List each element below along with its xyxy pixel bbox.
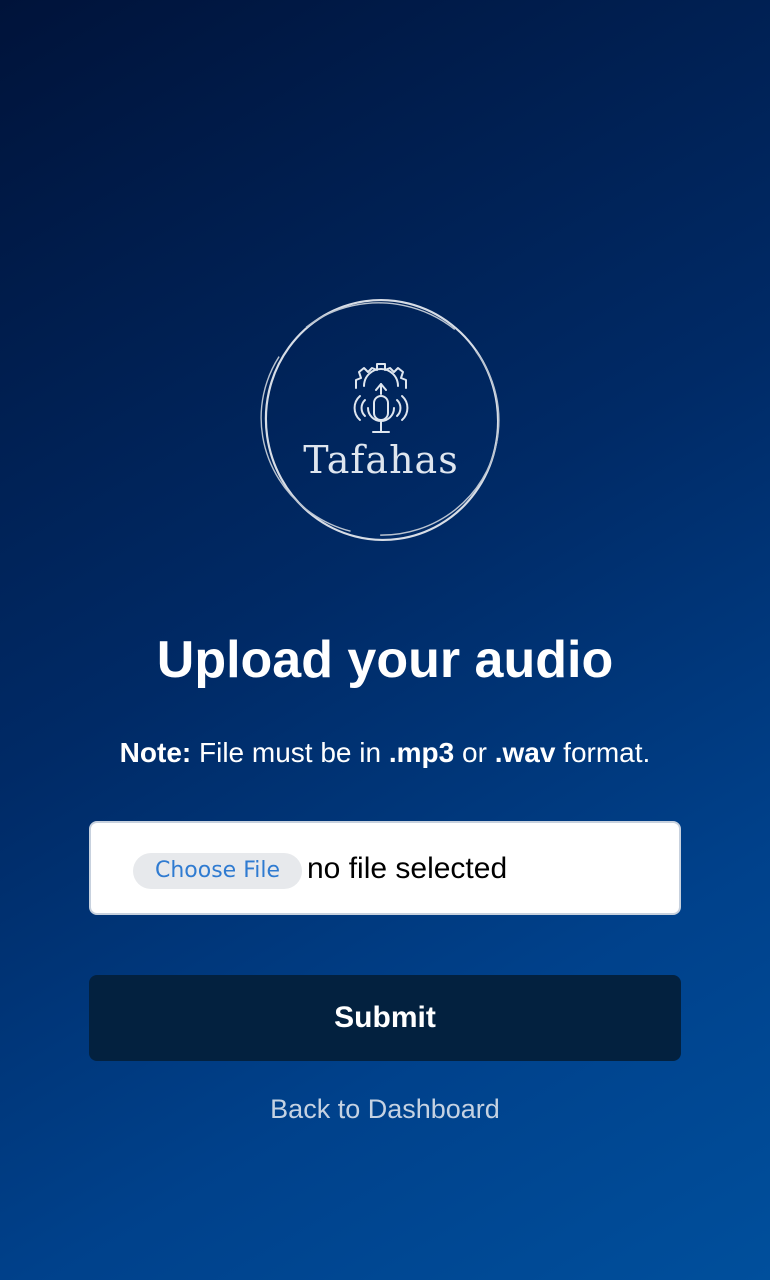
submit-button[interactable]: Submit bbox=[89, 975, 681, 1061]
file-status: no file selected bbox=[307, 852, 508, 885]
file-input[interactable]: Choose File no file selected bbox=[89, 821, 681, 915]
note-text-after: format. bbox=[555, 737, 651, 768]
note-format-wav: .wav bbox=[494, 737, 556, 768]
logo-text: Tafahas bbox=[303, 438, 459, 482]
note-format-mp3: .mp3 bbox=[388, 737, 455, 768]
note-label: Note: bbox=[119, 737, 192, 768]
note-text-middle: or bbox=[454, 737, 495, 768]
format-note: Note: File must be in .mp3 or .wav forma… bbox=[0, 736, 770, 770]
back-to-dashboard-link[interactable]: Back to Dashboard bbox=[0, 1092, 770, 1126]
page-title: Upload your audio bbox=[156, 631, 614, 689]
microphone-gear-icon bbox=[353, 363, 409, 433]
app-logo: Tafahas bbox=[256, 292, 506, 548]
note-text-before: File must be in bbox=[191, 737, 389, 768]
logo-ring bbox=[260, 298, 500, 542]
choose-file-button[interactable]: Choose File bbox=[133, 853, 303, 889]
